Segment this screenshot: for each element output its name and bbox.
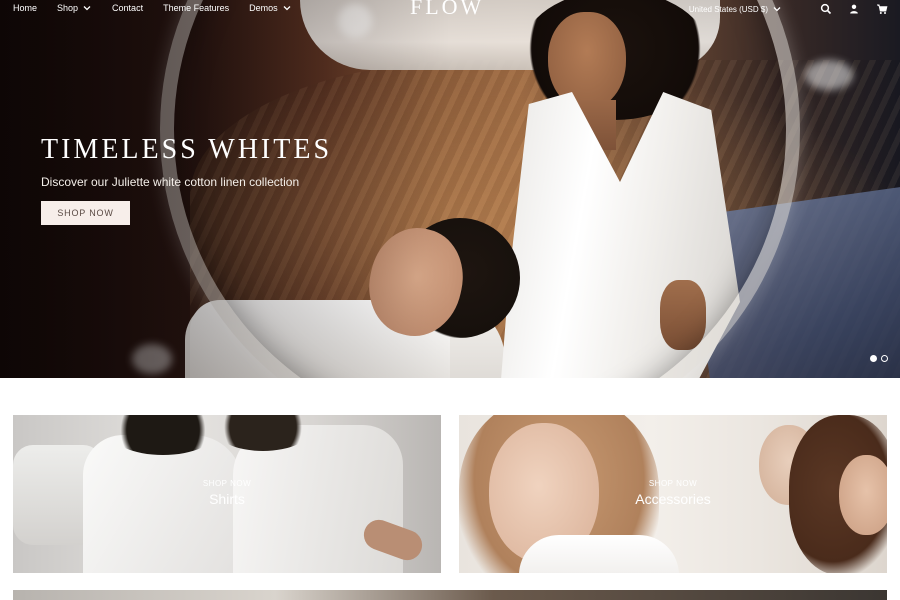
nav-item-shop[interactable]: Shop bbox=[57, 3, 92, 13]
tile-title: Accessories bbox=[635, 491, 711, 507]
chevron-down-icon bbox=[282, 3, 292, 13]
account-icon[interactable] bbox=[848, 3, 860, 15]
nav-item-home[interactable]: Home bbox=[13, 3, 37, 13]
tile-kicker: SHOP NOW bbox=[202, 479, 252, 488]
chevron-down-icon bbox=[82, 3, 92, 13]
header-utilities: United States (USD $) bbox=[689, 3, 888, 15]
nav-item-label: Home bbox=[13, 3, 38, 13]
next-section-image-strip bbox=[13, 590, 887, 600]
nav-item-demos[interactable]: Demos bbox=[249, 3, 292, 13]
site-logo[interactable]: FLOW bbox=[410, 0, 484, 20]
site-header: Home Shop Contact Theme Features Demos F… bbox=[0, 0, 900, 20]
collection-tile-accessories[interactable]: SHOP NOW Accessories bbox=[459, 415, 887, 573]
hero-title: TIMELESS WHITES bbox=[41, 134, 333, 165]
slider-dots bbox=[870, 355, 888, 362]
tile-kicker: SHOP NOW bbox=[648, 479, 698, 488]
nav-item-label: Shop bbox=[57, 3, 79, 13]
main-nav: Home Shop Contact Theme Features Demos bbox=[13, 3, 312, 13]
hero-overlay bbox=[0, 0, 900, 378]
nav-item-label: Theme Features bbox=[163, 3, 230, 13]
hero-shop-now-button[interactable]: SHOP NOW bbox=[41, 201, 130, 225]
hero-subtitle: Discover our Juliette white cotton linen… bbox=[41, 175, 300, 189]
tile-title: Shirts bbox=[209, 491, 245, 507]
nav-item-label: Contact bbox=[112, 3, 144, 13]
nav-item-contact[interactable]: Contact bbox=[112, 3, 143, 13]
tile-image-shirt bbox=[519, 535, 679, 573]
currency-label: United States (USD $) bbox=[688, 4, 768, 14]
nav-item-theme-features[interactable]: Theme Features bbox=[163, 3, 229, 13]
cart-icon[interactable] bbox=[876, 3, 888, 15]
nav-item-label: Demos bbox=[249, 3, 278, 13]
hero-slideshow: TIMELESS WHITES Discover our Juliette wh… bbox=[0, 0, 900, 378]
currency-selector[interactable]: United States (USD $) bbox=[689, 4, 782, 14]
search-icon[interactable] bbox=[820, 3, 832, 15]
chevron-down-icon bbox=[772, 4, 782, 14]
collection-tile-shirts[interactable]: SHOP NOW Shirts bbox=[13, 415, 441, 573]
slider-dot-1[interactable] bbox=[870, 355, 877, 362]
slider-dot-2[interactable] bbox=[881, 355, 888, 362]
